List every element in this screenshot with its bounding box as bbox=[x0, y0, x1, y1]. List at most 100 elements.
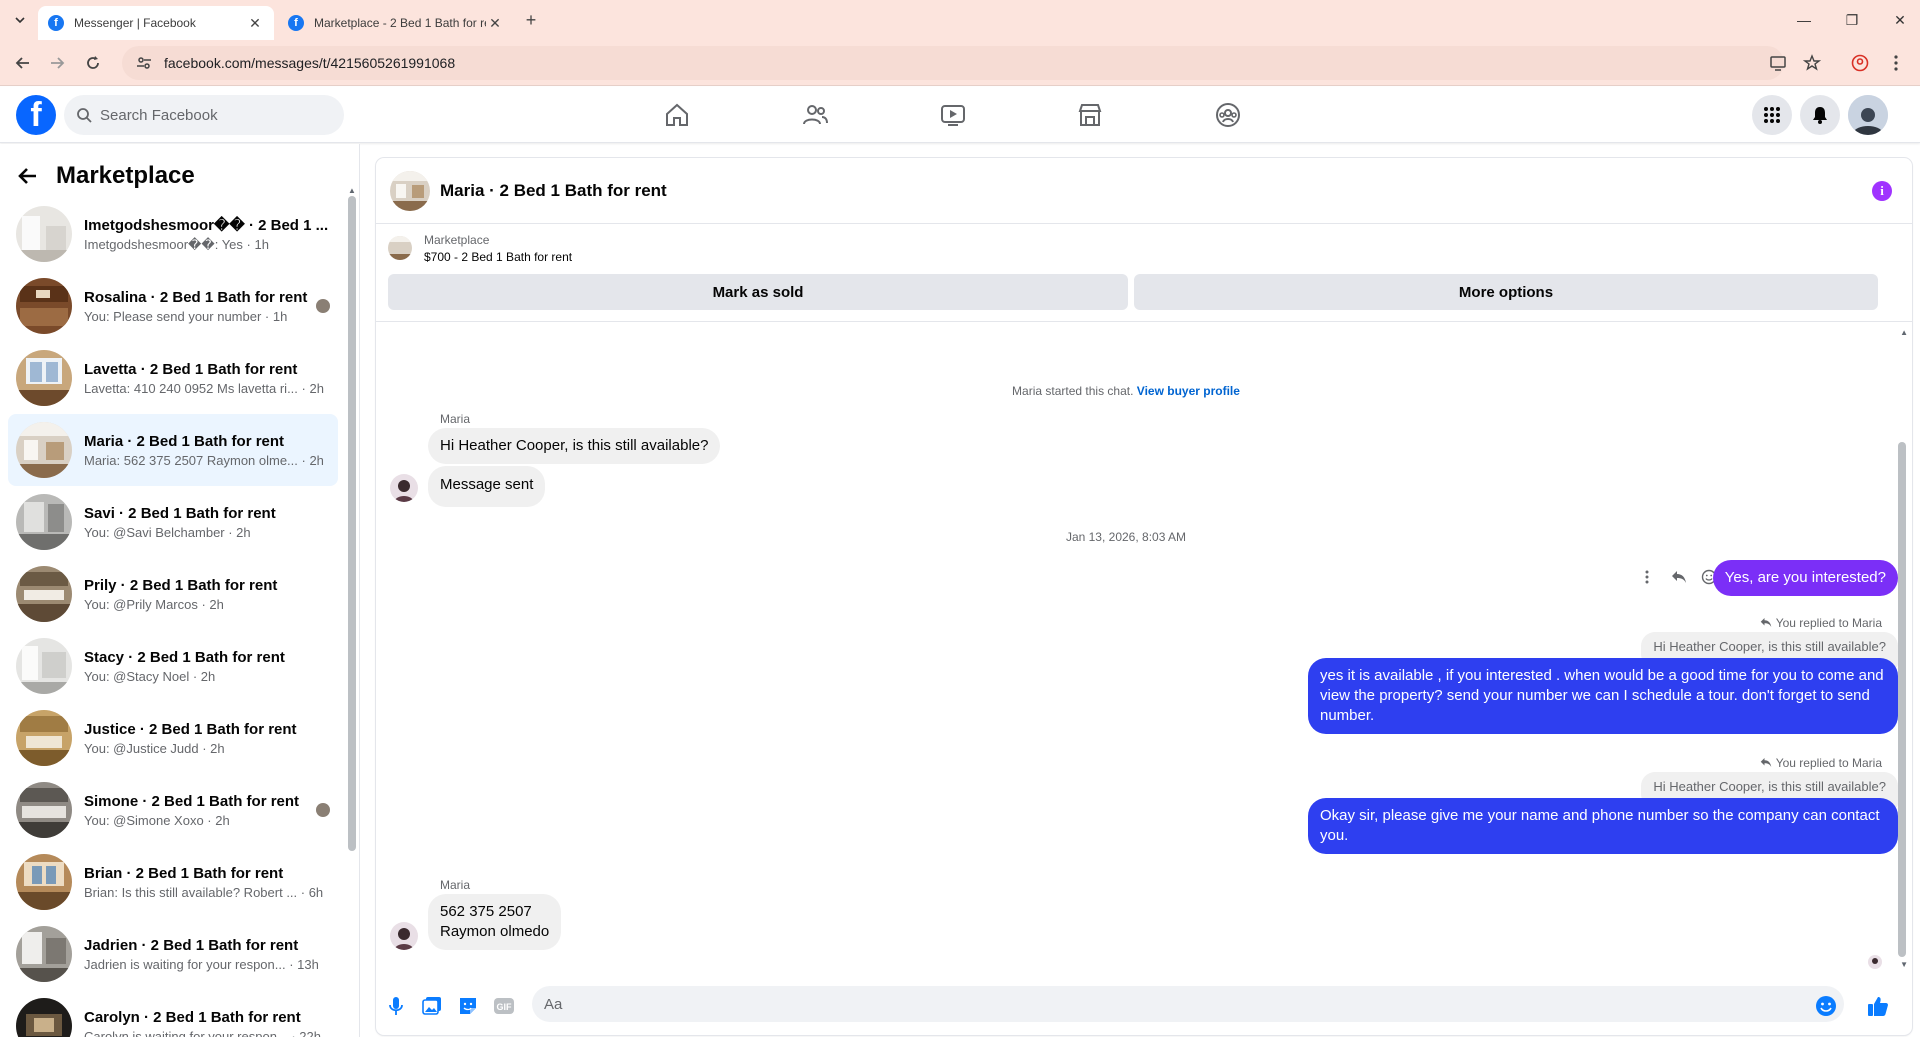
outgoing-message[interactable]: yes it is available , if you interested … bbox=[1308, 658, 1898, 734]
message-line: 562 375 2507 bbox=[440, 903, 532, 920]
sidebar-title: Marketplace bbox=[56, 162, 195, 189]
conversation-item[interactable]: Imetgodshesmoor�� · 2 Bed 1 ... Imetgodsh… bbox=[8, 198, 338, 270]
mark-as-sold-button[interactable]: Mark as sold bbox=[388, 274, 1128, 310]
video-icon[interactable] bbox=[897, 95, 1009, 135]
conversation-item[interactable]: Lavetta · 2 Bed 1 Bath for rent Lavetta: … bbox=[8, 342, 338, 414]
scroll-up-arrow-icon[interactable]: ▲ bbox=[1900, 328, 1908, 337]
conversation-item[interactable]: Justice · 2 Bed 1 Bath for rent You: @Jus… bbox=[8, 702, 338, 774]
conversation-item-active[interactable]: Maria · 2 Bed 1 Bath for rent Maria: 562 … bbox=[8, 414, 338, 486]
message-thread: Maria started this chat. View buyer prof… bbox=[376, 322, 1912, 978]
reply-indicator-text: You replied to Maria bbox=[1775, 756, 1882, 770]
reply-icon bbox=[1760, 617, 1772, 629]
listing-thumbnail bbox=[16, 782, 72, 838]
conversation-item[interactable]: Rosalina · 2 Bed 1 Bath for rent You: Ple… bbox=[8, 270, 338, 342]
sticker-icon[interactable] bbox=[456, 994, 480, 1018]
browser-menu-icon[interactable] bbox=[1884, 51, 1908, 75]
conversation-item[interactable]: Stacy · 2 Bed 1 Bath for rent You: @Stacy… bbox=[8, 630, 338, 702]
conversation-item[interactable]: Prily · 2 Bed 1 Bath for rent You: @Prily… bbox=[8, 558, 338, 630]
listing-thumbnail[interactable] bbox=[388, 236, 412, 260]
new-tab-button[interactable]: + bbox=[520, 9, 542, 31]
conversation-list: Imetgodshesmoor�� · 2 Bed 1 ... Imetgodsh… bbox=[8, 198, 338, 1037]
gif-icon[interactable]: GIF bbox=[492, 994, 516, 1018]
thread-scrollbar[interactable] bbox=[1898, 442, 1906, 957]
minimize-icon[interactable]: — bbox=[1792, 8, 1816, 32]
marketplace-icon[interactable] bbox=[1034, 95, 1146, 135]
conversation-item[interactable]: Carolyn · 2 Bed 1 Bath for rent Carolyn i… bbox=[8, 990, 338, 1037]
photo-gallery-icon[interactable] bbox=[420, 994, 444, 1018]
message-input[interactable]: Aa bbox=[532, 986, 1844, 1022]
outgoing-message[interactable]: Yes, are you interested? bbox=[1712, 560, 1898, 596]
conversation-item[interactable]: Simone · 2 Bed 1 Bath for rent You: @Simo… bbox=[8, 774, 338, 846]
conversation-panel: Maria · 2 Bed 1 Bath for rent i Marketpl… bbox=[376, 158, 1912, 1035]
bookmark-star-icon[interactable] bbox=[1800, 51, 1824, 75]
listing-price-title[interactable]: $700 - 2 Bed 1 Bath for rent bbox=[424, 250, 572, 264]
facebook-header: f Search Facebook bbox=[0, 87, 1920, 143]
friends-icon[interactable] bbox=[759, 95, 871, 135]
window-close-icon[interactable]: ✕ bbox=[1888, 8, 1912, 32]
conversation-preview: You: Please send your number · 1h bbox=[84, 308, 288, 324]
seen-avatar bbox=[316, 803, 330, 817]
listing-thumbnail bbox=[16, 494, 72, 550]
like-thumbs-up-icon[interactable] bbox=[1866, 994, 1890, 1018]
more-options-button[interactable]: More options bbox=[1134, 274, 1878, 310]
incoming-message[interactable]: 562 375 2507 Raymon olmedo bbox=[428, 894, 562, 950]
sidebar-scrollbar[interactable] bbox=[348, 196, 356, 851]
conversation-item[interactable]: Jadrien · 2 Bed 1 Bath for rent Jadrien i… bbox=[8, 918, 338, 990]
sender-name: Maria bbox=[440, 878, 471, 892]
browser-tab-messenger[interactable]: f Messenger | Facebook ✕ bbox=[38, 6, 274, 40]
facebook-icon: f bbox=[288, 15, 304, 31]
info-icon[interactable]: i bbox=[1872, 181, 1892, 201]
sender-avatar[interactable] bbox=[390, 474, 418, 502]
reply-icon[interactable] bbox=[1668, 566, 1690, 588]
listing-thumbnail bbox=[16, 998, 72, 1037]
restore-icon[interactable]: ❐ bbox=[1840, 8, 1864, 32]
back-arrow-icon[interactable] bbox=[16, 164, 40, 188]
scroll-down-arrow-icon[interactable]: ▼ bbox=[1900, 960, 1908, 969]
marketplace-listing-bar: Marketplace $700 - 2 Bed 1 Bath for rent… bbox=[376, 224, 1912, 322]
incoming-message[interactable]: Message sent bbox=[428, 466, 546, 507]
facebook-search-input[interactable]: Search Facebook bbox=[64, 95, 344, 135]
conversation-header: Maria · 2 Bed 1 Bath for rent i bbox=[376, 158, 1912, 224]
scroll-up-arrow-icon[interactable]: ▲ bbox=[348, 186, 356, 195]
forward-icon[interactable] bbox=[44, 50, 70, 76]
chat-started-text: Maria started this chat. bbox=[1012, 384, 1134, 398]
back-icon[interactable] bbox=[10, 50, 36, 76]
menu-grid-icon[interactable] bbox=[1752, 95, 1792, 135]
address-bar[interactable]: facebook.com/messages/t/4215605261991068 bbox=[122, 46, 1784, 80]
groups-icon[interactable] bbox=[1172, 95, 1284, 135]
view-buyer-profile-link[interactable]: View buyer profile bbox=[1137, 384, 1240, 398]
conversation-title[interactable]: Maria · 2 Bed 1 Bath for rent bbox=[440, 181, 667, 201]
close-icon[interactable]: ✕ bbox=[486, 14, 504, 32]
emoji-icon[interactable] bbox=[1814, 994, 1838, 1018]
reload-icon[interactable] bbox=[80, 50, 106, 76]
conversation-name: Rosalina · 2 Bed 1 Bath for rent bbox=[84, 288, 308, 306]
outgoing-message[interactable]: Okay sir, please give me your name and p… bbox=[1308, 798, 1898, 854]
conversation-preview: You: @Savi Belchamber · 2h bbox=[84, 524, 251, 540]
close-icon[interactable]: ✕ bbox=[246, 14, 264, 32]
microphone-icon[interactable] bbox=[384, 994, 408, 1018]
listing-thumbnail bbox=[16, 926, 72, 982]
facebook-logo-icon[interactable]: f bbox=[16, 95, 56, 135]
listing-thumbnail bbox=[16, 854, 72, 910]
conversation-name: Carolyn · 2 Bed 1 Bath for rent bbox=[84, 1008, 301, 1026]
conversation-name: Jadrien · 2 Bed 1 Bath for rent bbox=[84, 936, 299, 954]
sender-avatar[interactable] bbox=[390, 922, 418, 950]
listing-avatar[interactable] bbox=[390, 171, 430, 211]
notifications-bell-icon[interactable] bbox=[1800, 95, 1840, 135]
conversation-name: Justice · 2 Bed 1 Bath for rent bbox=[84, 720, 297, 738]
tab-search-icon[interactable] bbox=[8, 8, 32, 32]
site-settings-icon[interactable] bbox=[136, 55, 152, 71]
browser-tab-marketplace[interactable]: f Marketplace - 2 Bed 1 Bath for rent ✕ bbox=[278, 6, 514, 40]
conversation-preview: You: @Prily Marcos · 2h bbox=[84, 596, 224, 612]
install-app-icon[interactable] bbox=[1766, 51, 1790, 75]
home-icon[interactable] bbox=[621, 95, 733, 135]
conversation-item[interactable]: Savi · 2 Bed 1 Bath for rent You: @Savi B… bbox=[8, 486, 338, 558]
incoming-message[interactable]: Hi Heather Cooper, is this still availab… bbox=[428, 428, 721, 464]
conversation-name: Imetgodshesmoor�� · 2 Bed 1 ... bbox=[84, 216, 329, 234]
account-avatar[interactable] bbox=[1848, 95, 1888, 135]
conversation-preview: Imetgodshesmoor��: Yes · 1h bbox=[84, 236, 269, 252]
conversation-preview: Lavetta: 410 240 0952 Ms lavetta ri... ·… bbox=[84, 380, 324, 396]
profile-icon[interactable] bbox=[1848, 51, 1872, 75]
conversation-item[interactable]: Brian · 2 Bed 1 Bath for rent Brian: Is t… bbox=[8, 846, 338, 918]
more-actions-icon[interactable] bbox=[1636, 566, 1658, 588]
